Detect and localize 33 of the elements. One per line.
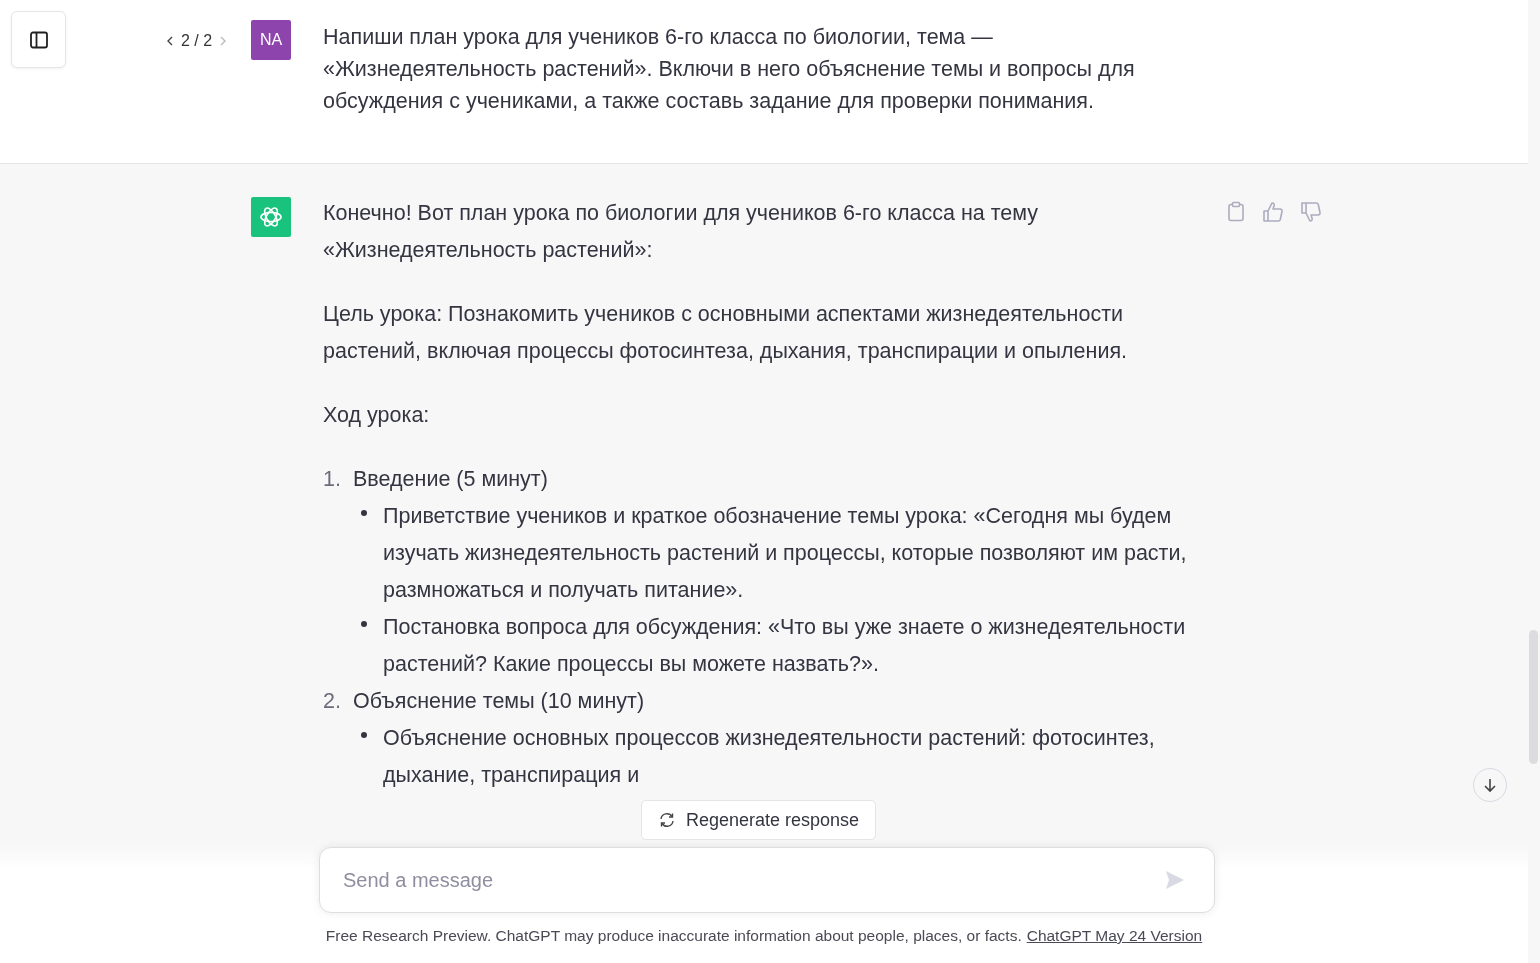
list-number: 1. [323,466,342,493]
answer-paragraph: Конечно! Вот план урока по биологии для учеников 6-го класса на тему «Жизнедеятельность растений»: [323,200,1040,264]
message-field[interactable]: Send a message [319,847,1215,913]
thumbs-down-icon[interactable] [1300,201,1322,223]
bullet-icon [361,621,367,627]
scrollbar-thumb[interactable] [1529,630,1538,764]
step-title: Введение (5 минут) [353,466,549,493]
assistant-logo-icon [251,197,291,237]
arrow-down-icon [1482,777,1498,793]
thumbs-up-icon[interactable] [1262,201,1284,223]
answer-paragraph: Цель урока: Познакомить учеников с основными аспектами жизнедеятельности растений, включая процессы фотосинтеза, дыхания, транспирации и опыления. [323,301,1129,365]
bullet-icon [361,510,367,516]
sidebar-icon [28,29,49,50]
version-link[interactable]: ChatGPT May 24 Version [1026,927,1203,945]
refresh-icon [658,811,676,829]
send-icon[interactable] [1164,869,1186,891]
answer-paragraph: Ход урока: [323,402,431,429]
scroll-down-button[interactable] [1473,768,1507,802]
bullet-text: Постановка вопроса для обсуждения: «Что вы уже знаете о жизнедеятельности растений? Какие процессы вы можете назвать?». [383,614,1187,678]
bullet-text: Приветствие учеников и краткое обозначение темы урока: «Сегодня мы будем изучать жизнедеятельность растений и процессы, которые позволяют им расти, размножаться и получать питание». [383,503,1188,604]
chevron-left-icon[interactable] [165,35,175,47]
clipboard-icon[interactable] [1226,201,1246,223]
user-avatar: NA [251,20,291,60]
step-title: Объяснение темы (10 минут) [353,688,646,715]
sidebar-toggle-button[interactable] [11,11,66,68]
bullet-text: Объяснение основных процессов жизнедеятельности растений: фотосинтез, дыхание, транспирация и [383,725,1156,789]
regenerate-button[interactable]: Regenerate response [641,800,877,840]
message-input[interactable]: Send a message [341,867,1164,893]
disclaimer-text: Free Research Preview. ChatGPT may produce inaccurate information about people, places, or facts. [325,927,1022,945]
page-counter: 2 / 2 [181,32,213,50]
list-number: 2. [323,688,342,715]
user-message: Напиши план урока для учеников 6-го класса по биологии, тема — «Жизнедеятельность растений». Включи в него объяснение темы и вопросы для обсуждения с учениками, а также составь задание для проверки понимания. [323,24,1136,115]
bullet-icon [361,732,367,738]
